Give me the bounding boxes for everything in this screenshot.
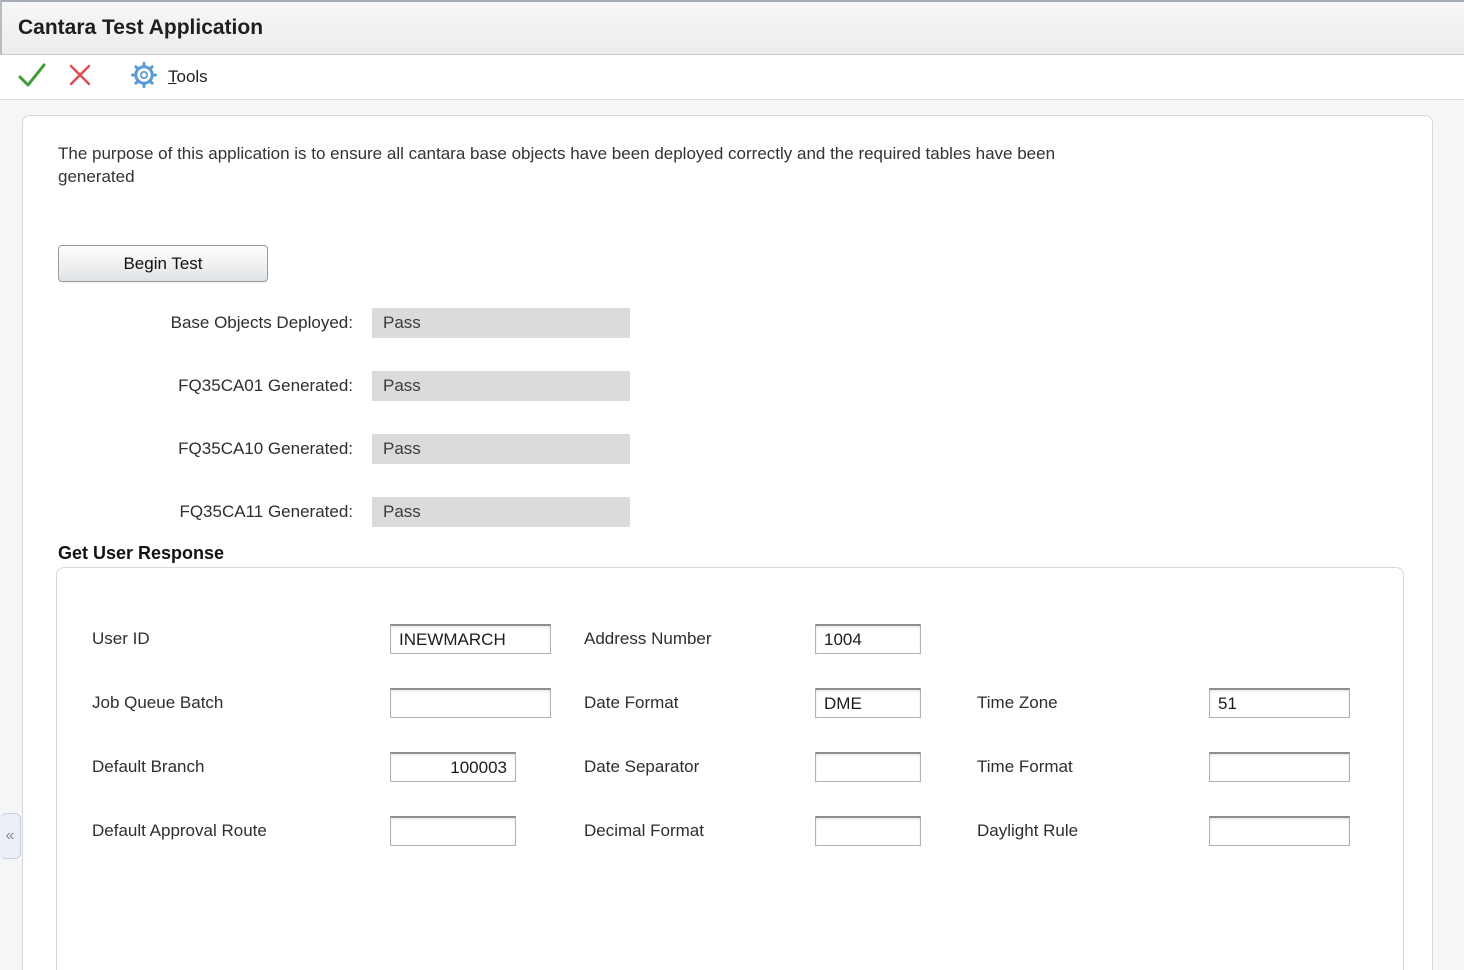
chevron-double-left-icon: «: [6, 827, 15, 845]
date-format-input[interactable]: [815, 688, 921, 718]
status-value: Pass: [372, 308, 630, 338]
decimal-format-label: Decimal Format: [584, 821, 815, 841]
page-title: Cantara Test Application: [18, 16, 263, 40]
date-format-label: Date Format: [584, 693, 815, 713]
status-row-base-objects: Base Objects Deployed: Pass: [58, 308, 1397, 338]
status-row-fq35ca10: FQ35CA10 Generated: Pass: [58, 434, 1397, 464]
main-panel: The purpose of this application is to en…: [22, 115, 1433, 970]
user-id-label: User ID: [92, 629, 390, 649]
time-zone-input[interactable]: [1209, 688, 1350, 718]
toolbar: Tools: [0, 55, 1464, 100]
begin-test-button[interactable]: Begin Test: [58, 245, 268, 282]
user-id-input[interactable]: [390, 624, 551, 654]
cancel-button[interactable]: [56, 58, 104, 96]
time-zone-label: Time Zone: [977, 693, 1209, 713]
sidebar-collapse-button[interactable]: «: [0, 813, 21, 859]
check-icon: [16, 60, 48, 95]
default-approval-route-input[interactable]: [390, 816, 516, 846]
status-value: Pass: [372, 497, 630, 527]
confirm-button[interactable]: [8, 58, 56, 96]
titlebar: Cantara Test Application: [0, 0, 1464, 55]
date-separator-label: Date Separator: [584, 757, 815, 777]
status-label: Base Objects Deployed:: [58, 313, 353, 333]
test-status-list: Base Objects Deployed: Pass FQ35CA01 Gen…: [58, 308, 1397, 527]
job-queue-batch-label: Job Queue Batch: [92, 693, 390, 713]
default-branch-label: Default Branch: [92, 757, 390, 777]
address-number-input[interactable]: [815, 624, 921, 654]
default-branch-input[interactable]: [390, 752, 516, 782]
status-label: FQ35CA10 Generated:: [58, 439, 353, 459]
status-value: Pass: [372, 371, 630, 401]
gear-icon: [130, 61, 158, 94]
status-row-fq35ca11: FQ35CA11 Generated: Pass: [58, 497, 1397, 527]
decimal-format-input[interactable]: [815, 816, 921, 846]
description-line-1: The purpose of this application is to en…: [58, 144, 1055, 163]
default-approval-route-label: Default Approval Route: [92, 821, 390, 841]
time-format-input[interactable]: [1209, 752, 1350, 782]
user-response-form: User ID Address Number Job Queue Batch D…: [92, 624, 1403, 846]
get-user-response-panel: User ID Address Number Job Queue Batch D…: [56, 567, 1404, 970]
status-label: FQ35CA11 Generated:: [58, 502, 353, 522]
tools-menu-button[interactable]: Tools: [122, 57, 216, 98]
app-description: The purpose of this application is to en…: [58, 142, 1368, 188]
status-value: Pass: [372, 434, 630, 464]
daylight-rule-input[interactable]: [1209, 816, 1350, 846]
address-number-label: Address Number: [584, 629, 815, 649]
date-separator-input[interactable]: [815, 752, 921, 782]
time-format-label: Time Format: [977, 757, 1209, 777]
job-queue-batch-input[interactable]: [390, 688, 551, 718]
status-label: FQ35CA01 Generated:: [58, 376, 353, 396]
tools-menu-label: Tools: [168, 67, 208, 87]
section-title-get-user-response: Get User Response: [58, 543, 1397, 564]
description-line-2: generated: [58, 167, 135, 186]
status-row-fq35ca01: FQ35CA01 Generated: Pass: [58, 371, 1397, 401]
x-icon: [65, 60, 95, 95]
daylight-rule-label: Daylight Rule: [977, 821, 1209, 841]
